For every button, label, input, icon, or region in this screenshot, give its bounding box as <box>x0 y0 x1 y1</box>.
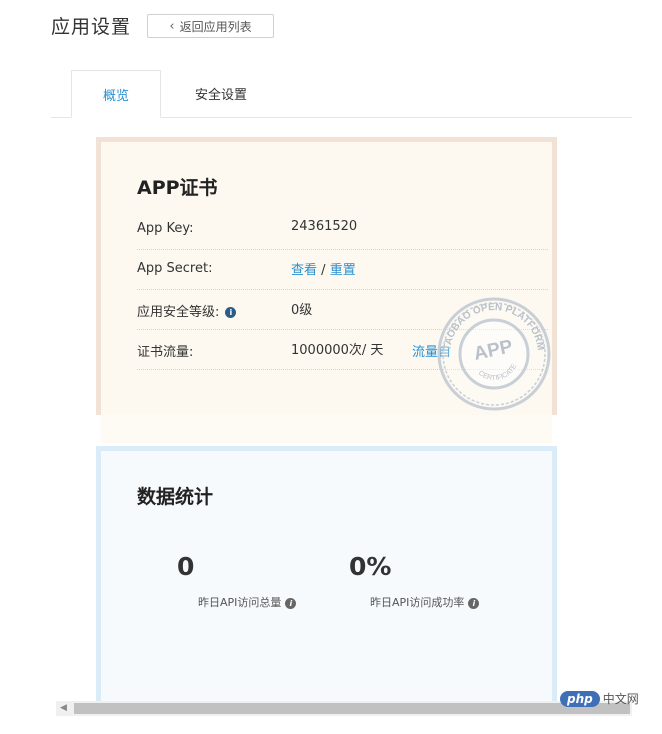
tab-overview[interactable]: 概览 <box>71 70 161 118</box>
security-level-label-wrap: 应用安全等级: i <box>137 301 237 320</box>
tab-security-settings[interactable]: 安全设置 <box>179 70 263 117</box>
certificate-card-fade <box>101 415 552 443</box>
help-icon[interactable]: i <box>285 598 297 609</box>
certificate-stamp-icon: TAOBAO OPEN PLATFORM APP CERTIFICATE <box>437 297 551 411</box>
page-title: 应用设置 <box>51 16 132 38</box>
scroll-left-arrow-icon[interactable]: ◀ <box>60 703 67 713</box>
app-secret-actions: 查看 / 重置 <box>291 259 356 278</box>
certificate-title: APP证书 <box>137 177 218 199</box>
back-to-app-list-button[interactable]: ‹ 返回应用列表 <box>147 14 274 38</box>
secret-link-separator: / <box>321 263 326 278</box>
yesterday-api-total-label-wrap: 昨日API访问总量 i <box>198 594 297 610</box>
view-secret-link[interactable]: 查看 <box>291 263 317 278</box>
statistics-title: 数据统计 <box>137 486 214 508</box>
security-level-label: 应用安全等级: <box>137 305 220 320</box>
row-app-secret: App Secret: 查看 / 重置 <box>137 249 548 290</box>
yesterday-api-success-value: 0% <box>349 552 392 581</box>
scrollbar-thumb[interactable] <box>74 703 630 714</box>
reset-secret-link[interactable]: 重置 <box>330 263 356 278</box>
row-app-key: App Key: 24361520 <box>137 209 548 250</box>
help-icon[interactable]: i <box>468 598 480 609</box>
yesterday-api-success-label: 昨日API访问成功率 <box>370 596 465 609</box>
yesterday-api-success-label-wrap: 昨日API访问成功率 i <box>370 594 480 610</box>
traffic-value: 1000000次/ 天 <box>291 343 384 358</box>
horizontal-scrollbar[interactable]: ◀ <box>56 701 632 716</box>
app-key-label: App Key: <box>137 221 194 236</box>
tab-bar: 概览 安全设置 <box>51 70 632 118</box>
yesterday-api-total-label: 昨日API访问总量 <box>198 596 282 609</box>
back-button-label: 返回应用列表 <box>179 19 252 34</box>
app-key-value: 24361520 <box>291 219 358 234</box>
chevron-left-icon: ‹ <box>169 18 175 34</box>
yesterday-api-total-value: 0 <box>177 552 195 581</box>
app-secret-label: App Secret: <box>137 261 213 276</box>
security-level-value: 0级 <box>291 303 313 318</box>
site-watermark: php 中文网 <box>560 690 639 707</box>
watermark-text: 中文网 <box>602 692 639 706</box>
info-icon[interactable]: i <box>225 307 237 318</box>
watermark-logo: php <box>560 690 600 707</box>
traffic-label: 证书流量: <box>137 345 194 360</box>
